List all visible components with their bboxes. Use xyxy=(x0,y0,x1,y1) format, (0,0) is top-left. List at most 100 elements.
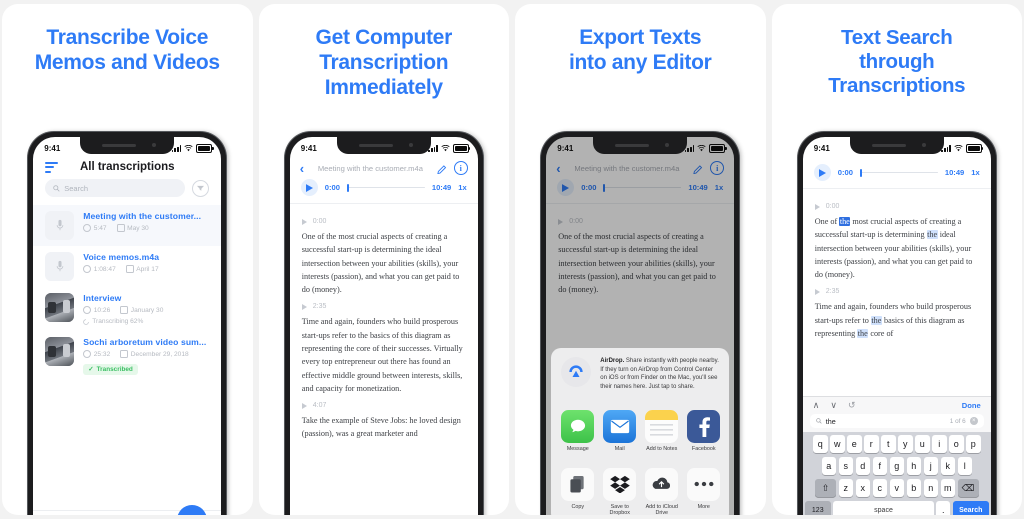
screenshot-card-1: Transcribe Voice Memos and Videos 9:41 A… xyxy=(2,4,253,515)
seek-bar[interactable] xyxy=(346,183,425,192)
info-icon[interactable]: i xyxy=(453,161,468,175)
share-app-message[interactable]: Message xyxy=(561,409,595,453)
key-b[interactable]: b xyxy=(906,479,921,497)
card-2-headline: Get Computer Transcription Immediately xyxy=(259,4,510,100)
search-key[interactable]: Search xyxy=(952,501,989,515)
total-time: 10:49 xyxy=(944,168,965,177)
find-bar-container: ∧ ∨ ↺ Done the 1 of 6 × qwertyuiop asdfg… xyxy=(802,396,991,515)
find-input[interactable]: the 1 of 6 × xyxy=(809,414,984,428)
key-q[interactable]: q xyxy=(813,435,828,453)
numbers-key[interactable]: 123 xyxy=(804,501,831,515)
key-f[interactable]: f xyxy=(872,457,887,475)
key-i[interactable]: i xyxy=(932,435,947,453)
share-app-facebook[interactable]: Facebook xyxy=(687,409,721,453)
list-item-title: Meeting with the customer... xyxy=(83,211,202,221)
key-x[interactable]: x xyxy=(855,479,870,497)
key-p[interactable]: p xyxy=(966,435,981,453)
key-j[interactable]: j xyxy=(923,457,938,475)
add-button[interactable] xyxy=(177,505,208,515)
segment-timestamp[interactable]: 2:35 xyxy=(301,303,466,311)
list-item-title: Voice memos.m4a xyxy=(83,252,160,262)
headline-line: Immediately xyxy=(324,75,443,99)
done-button[interactable]: Done xyxy=(962,401,981,410)
timestamp-label: 2:35 xyxy=(312,303,327,311)
backspace-icon[interactable]: ⌫ xyxy=(957,479,979,497)
key-o[interactable]: o xyxy=(949,435,964,453)
list-item[interactable]: Voice memos.m4a 1:08:47 April 17 xyxy=(33,246,221,287)
search-icon xyxy=(816,418,822,424)
key-l[interactable]: l xyxy=(957,457,972,475)
share-app-notes[interactable]: Add to Notes xyxy=(645,409,679,453)
key-h[interactable]: h xyxy=(906,457,921,475)
clear-icon[interactable]: × xyxy=(969,417,978,425)
hamburger-icon[interactable] xyxy=(45,161,59,173)
key-d[interactable]: d xyxy=(855,457,870,475)
search-input[interactable]: Search xyxy=(45,179,186,197)
key-w[interactable]: w xyxy=(830,435,845,453)
notch xyxy=(593,137,688,154)
list-item[interactable]: Sochi arboretum video sum... 25:32 Decem… xyxy=(33,331,221,382)
search-match: the xyxy=(926,230,938,240)
chevron-down-icon[interactable]: ∨ xyxy=(830,400,837,411)
key-y[interactable]: y xyxy=(898,435,913,453)
share-action-more[interactable]: More xyxy=(687,467,721,516)
airdrop-card: AirDrop. Share instantly with people nea… xyxy=(551,348,730,516)
transcript-paragraph: Take the example of Steve Jobs: he loved… xyxy=(301,416,461,439)
list-item[interactable]: Meeting with the customer... 5:47 May 30 xyxy=(33,205,222,246)
search-match: the xyxy=(857,328,869,338)
playback-speed[interactable]: 1x xyxy=(971,168,979,177)
key-r[interactable]: r xyxy=(864,435,879,453)
item-date: May 30 xyxy=(127,224,149,232)
item-date: April 17 xyxy=(136,265,159,273)
search-match: the xyxy=(870,315,882,325)
list-item[interactable]: Interview 10:26 January 30 Transcribing … xyxy=(33,287,221,331)
key-k[interactable]: k xyxy=(940,457,955,475)
key-s[interactable]: s xyxy=(838,457,853,475)
chevron-left-icon[interactable]: ‹ xyxy=(300,162,304,175)
share-app-mail[interactable]: Mail xyxy=(603,409,637,453)
segment-timestamp[interactable]: 4:07 xyxy=(301,402,466,409)
key-m[interactable]: m xyxy=(940,479,955,497)
spinner-icon xyxy=(83,318,90,325)
key-g[interactable]: g xyxy=(889,457,904,475)
key-u[interactable]: u xyxy=(915,435,930,453)
screenshot-card-2: Get Computer Transcription Immediately 9… xyxy=(258,4,510,515)
airdrop-icon[interactable] xyxy=(561,357,592,387)
period-key[interactable]: . xyxy=(936,501,951,515)
share-action-icloud[interactable]: Add to iCloud Drive xyxy=(645,467,679,515)
segment-timestamp[interactable]: 0:00 xyxy=(814,203,979,210)
search-icon xyxy=(53,184,60,192)
key-z[interactable]: z xyxy=(838,479,853,497)
key-n[interactable]: n xyxy=(923,479,938,497)
filter-icon[interactable] xyxy=(192,179,210,197)
segment-timestamp[interactable]: 2:35 xyxy=(814,288,979,295)
item-duration: 1:08:47 xyxy=(93,265,116,273)
headline-line: Export Texts xyxy=(579,26,702,49)
key-c[interactable]: c xyxy=(872,479,887,497)
play-icon[interactable] xyxy=(813,164,831,181)
pencil-icon[interactable] xyxy=(437,163,448,174)
share-action-dropbox[interactable]: Save to Dropbox xyxy=(603,467,637,515)
share-icon[interactable]: ↺ xyxy=(848,400,856,411)
screenshot-card-4: Text Search through Transcriptions 9:41 xyxy=(771,4,1023,515)
transcript: 0:00 One of the most crucial aspects of … xyxy=(803,189,991,340)
chevron-up-icon[interactable]: ∧ xyxy=(813,400,820,411)
playback-speed[interactable]: 1x xyxy=(458,183,466,192)
seek-bar[interactable] xyxy=(859,168,938,177)
page-title: All transcriptions xyxy=(79,161,175,173)
phone-mockup-3: 9:41 ‹ Meeting with the customer.m4a i 0… xyxy=(541,132,740,516)
space-key[interactable]: space xyxy=(833,501,934,515)
key-v[interactable]: v xyxy=(889,479,904,497)
key-t[interactable]: t xyxy=(881,435,896,453)
phone-screen-1: 9:41 All transcriptions Search Meeting w… xyxy=(33,137,222,515)
video-thumbnail xyxy=(45,337,75,366)
segment-timestamp[interactable]: 0:00 xyxy=(301,218,466,225)
share-action-copy[interactable]: Copy xyxy=(561,467,595,516)
play-icon[interactable] xyxy=(300,179,318,196)
shift-icon[interactable]: ⇧ xyxy=(815,479,836,497)
key-e[interactable]: e xyxy=(847,435,862,453)
audio-player: 0:00 10:49 1x xyxy=(803,158,991,188)
key-a[interactable]: a xyxy=(821,457,836,475)
audio-player: 0:00 10:49 1x xyxy=(290,177,478,203)
card-4-headline: Text Search through Transcriptions xyxy=(772,4,1023,99)
